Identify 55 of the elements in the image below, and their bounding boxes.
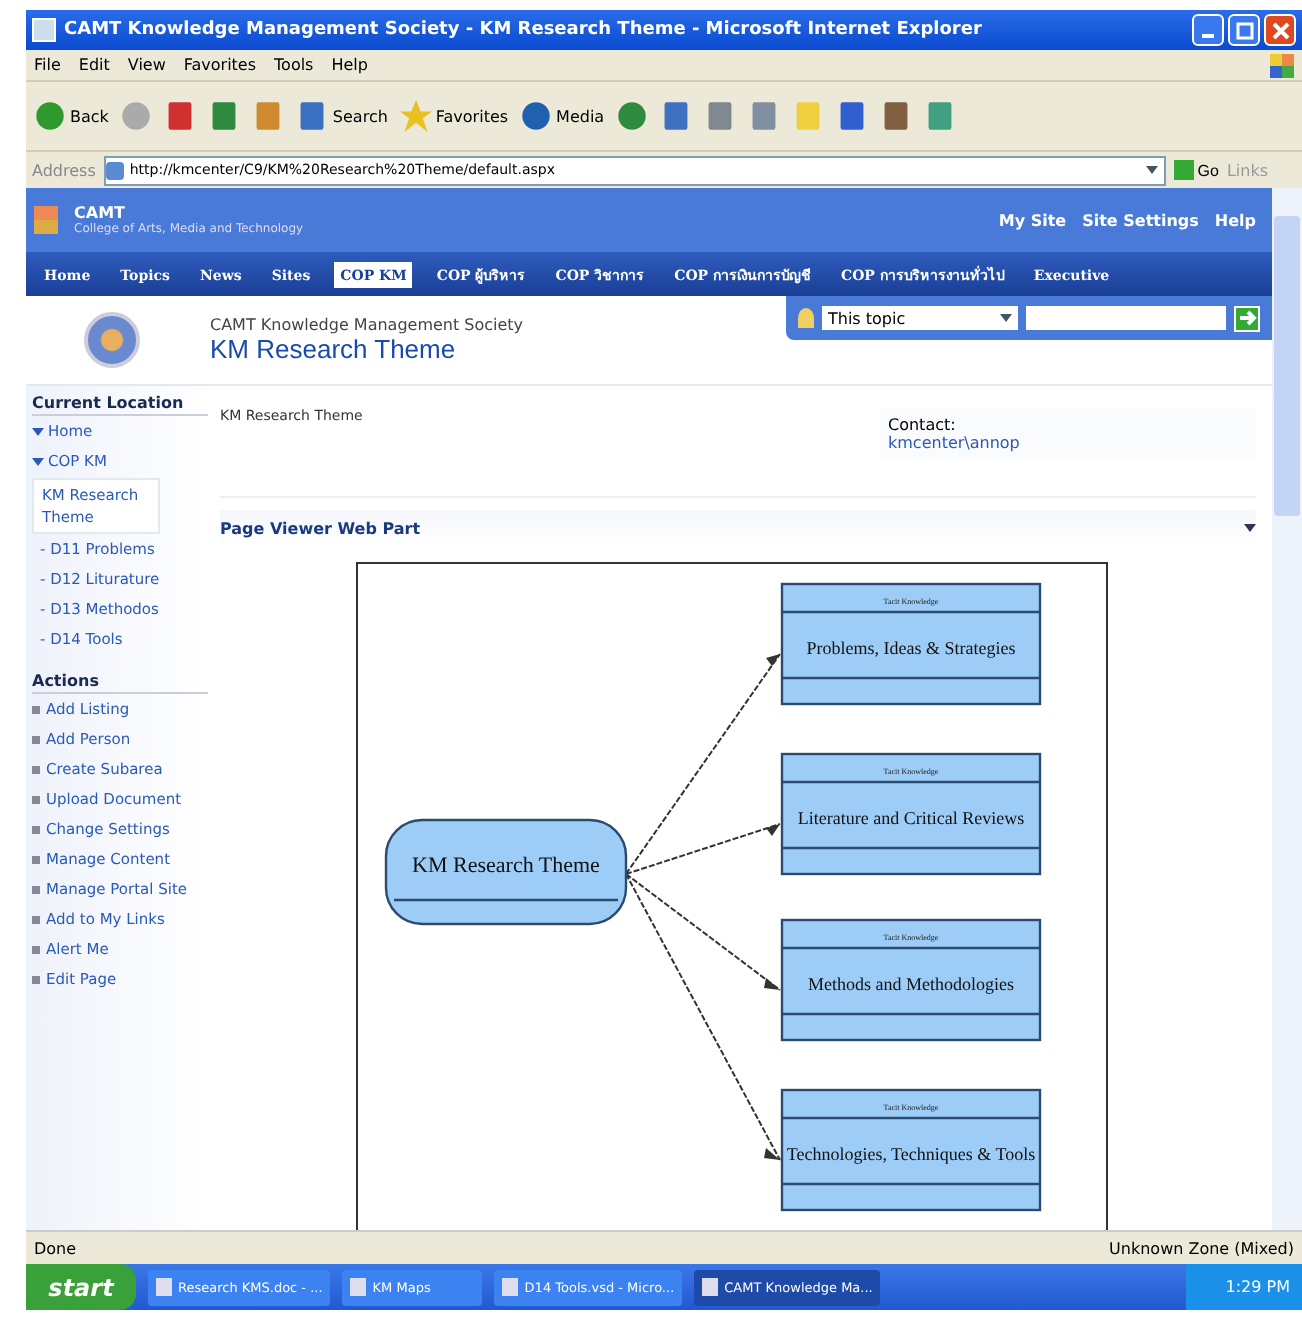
- menu-item[interactable]: Favorites: [183, 56, 257, 74]
- dropdown-arrow-icon[interactable]: [1145, 166, 1158, 174]
- header-link[interactable]: Site Settings: [1082, 211, 1199, 229]
- node-label: Technologies, Techniques & Tools: [786, 1144, 1036, 1164]
- section-heading: Current Location: [32, 394, 208, 416]
- toolbar-button[interactable]: Search: [294, 98, 390, 134]
- star-icon: [399, 100, 432, 132]
- zone-indicator: Unknown Zone (Mixed): [1109, 1239, 1294, 1257]
- menu-item[interactable]: View: [127, 56, 166, 74]
- vertical-scrollbar[interactable]: [1272, 188, 1302, 1230]
- section-heading: Actions: [32, 672, 208, 694]
- menu-item[interactable]: Tools: [274, 56, 314, 74]
- society-name: CAMT Knowledge Management Society: [210, 316, 526, 334]
- maximize-icon: [1235, 21, 1253, 39]
- header-link[interactable]: Help: [1214, 211, 1256, 229]
- maximize-button[interactable]: [1228, 14, 1260, 46]
- window-title: CAMT Knowledge Management Society - KM Research Theme - Microsoft Internet Explorer: [64, 20, 984, 40]
- menu-item[interactable]: File: [34, 56, 61, 74]
- scope-dropdown[interactable]: This topic: [822, 306, 1018, 330]
- search-field[interactable]: [1026, 306, 1226, 330]
- start-button[interactable]: start: [26, 1264, 136, 1310]
- search-go-button[interactable]: [1234, 305, 1260, 331]
- minimize-button[interactable]: [1192, 14, 1224, 46]
- header-link[interactable]: My Site: [998, 211, 1067, 229]
- address-label: Address: [32, 161, 96, 179]
- site-logo-icon: [34, 206, 58, 234]
- node-label: Problems, Ideas & Strategies: [806, 638, 1016, 658]
- node-label: Literature and Critical Reviews: [797, 808, 1025, 828]
- close-icon: [1271, 21, 1289, 39]
- menu-item[interactable]: Edit: [78, 56, 110, 74]
- minimize-icon: [1202, 33, 1214, 37]
- toolbar-button[interactable]: Favorites: [397, 98, 511, 134]
- dropdown-arrow-icon[interactable]: [1000, 314, 1012, 322]
- toolbar-button[interactable]: Media: [518, 98, 607, 134]
- page-title: KM Research Theme: [210, 334, 458, 364]
- web-part-title: Page Viewer Web Part: [220, 519, 421, 537]
- arrow-icon: [1237, 308, 1257, 328]
- contact-label: Contact:: [888, 416, 958, 434]
- contact-link[interactable]: kmcenter\annop: [888, 434, 1248, 452]
- site-name[interactable]: CAMT: [74, 204, 304, 222]
- menu-item[interactable]: Help: [331, 56, 368, 74]
- toolbar-button[interactable]: Back: [32, 98, 111, 134]
- expander-icon[interactable]: [32, 428, 44, 436]
- windows-logo-icon: [1270, 53, 1294, 77]
- node-label: Methods and Methodologies: [808, 974, 1014, 994]
- expander-icon[interactable]: [32, 458, 44, 466]
- close-button[interactable]: [1264, 14, 1296, 46]
- page-icon: [105, 161, 124, 179]
- clock: 1:29 PM: [1225, 1278, 1290, 1296]
- web-part-menu-icon[interactable]: [1244, 524, 1256, 532]
- root-node-label: KM Research Theme: [412, 854, 600, 878]
- key-icon: [798, 308, 814, 328]
- status-text: Done: [34, 1239, 77, 1257]
- app-icon: [32, 18, 56, 42]
- go-button[interactable]: Go: [1173, 160, 1219, 180]
